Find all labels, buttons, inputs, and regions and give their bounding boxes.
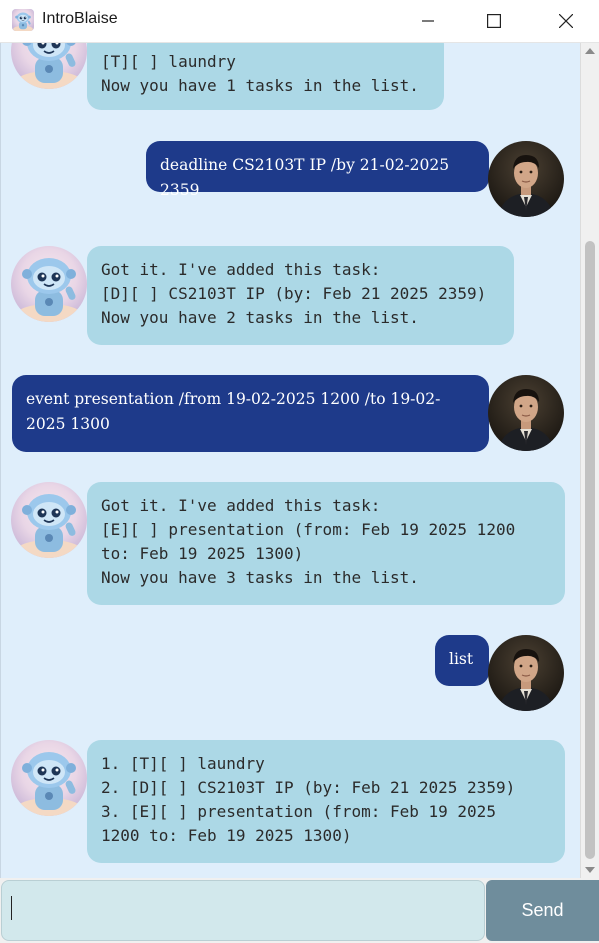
- text-caret: [11, 896, 12, 920]
- send-button[interactable]: Send: [486, 880, 599, 941]
- minimize-button[interactable]: [399, 0, 457, 42]
- message-line: [D][ ] CS2103T IP (by: Feb 21 2025 2359): [101, 284, 487, 303]
- bot-avatar: [11, 740, 87, 816]
- bot-avatar: [11, 246, 87, 322]
- message-line: Now you have 2 tasks in the list.: [101, 308, 419, 327]
- message-line: 1200 to: Feb 19 2025 1300): [101, 826, 352, 845]
- vertical-scrollbar[interactable]: [580, 43, 599, 878]
- chat-area: [T][ ] laundry Now you have 1 tasks in t…: [0, 43, 581, 878]
- message-text: deadline CS2103T IP /by 21-02-2025 2359: [160, 156, 450, 199]
- message-line: Now you have 1 tasks in the list.: [101, 76, 419, 95]
- message-line: Got it. I've added this task:: [101, 496, 381, 515]
- message-line: 3. [E][ ] presentation (from: Feb 19 202…: [101, 802, 496, 821]
- user-avatar: [488, 635, 564, 711]
- user-message: list: [435, 635, 489, 686]
- bot-avatar: [11, 43, 87, 89]
- bot-avatar: [11, 482, 87, 558]
- message-line: [T][ ] laundry: [101, 52, 236, 71]
- minimize-icon: [422, 20, 434, 22]
- user-message: deadline CS2103T IP /by 21-02-2025 2359: [146, 141, 489, 199]
- window-title: IntroBlaise: [42, 10, 118, 27]
- message-line: Got it. I've added this task:: [101, 260, 381, 279]
- message-line: Now you have 3 tasks in the list.: [101, 568, 419, 587]
- bot-message: Got it. I've added this task: [E][ ] pre…: [87, 482, 565, 605]
- scroll-up-icon[interactable]: [585, 48, 595, 54]
- message-line: to: Feb 19 2025 1300): [101, 544, 304, 563]
- close-button[interactable]: [537, 0, 595, 42]
- close-icon: [559, 14, 573, 28]
- robot-icon: [12, 9, 34, 31]
- message-input[interactable]: [1, 880, 485, 941]
- bot-message: Got it. I've added this task: [D][ ] CS2…: [87, 246, 514, 345]
- maximize-icon: [487, 14, 501, 28]
- message-line: 1. [T][ ] laundry: [101, 754, 265, 773]
- user-avatar: [488, 141, 564, 217]
- message-text: event presentation /from 19-02-2025 1200…: [26, 390, 441, 433]
- scroll-down-icon[interactable]: [585, 867, 595, 873]
- bot-message: [T][ ] laundry Now you have 1 tasks in t…: [87, 43, 444, 110]
- maximize-button[interactable]: [465, 0, 523, 42]
- bot-message: 1. [T][ ] laundry 2. [D][ ] CS2103T IP (…: [87, 740, 565, 863]
- user-message: event presentation /from 19-02-2025 1200…: [12, 375, 489, 452]
- input-bar: Send: [0, 878, 599, 943]
- scrollbar-thumb[interactable]: [585, 241, 595, 859]
- message-text: list: [449, 650, 474, 668]
- user-avatar: [488, 375, 564, 451]
- message-line: 2. [D][ ] CS2103T IP (by: Feb 21 2025 23…: [101, 778, 516, 797]
- title-bar: IntroBlaise: [0, 0, 599, 43]
- message-line: [E][ ] presentation (from: Feb 19 2025 1…: [101, 520, 516, 539]
